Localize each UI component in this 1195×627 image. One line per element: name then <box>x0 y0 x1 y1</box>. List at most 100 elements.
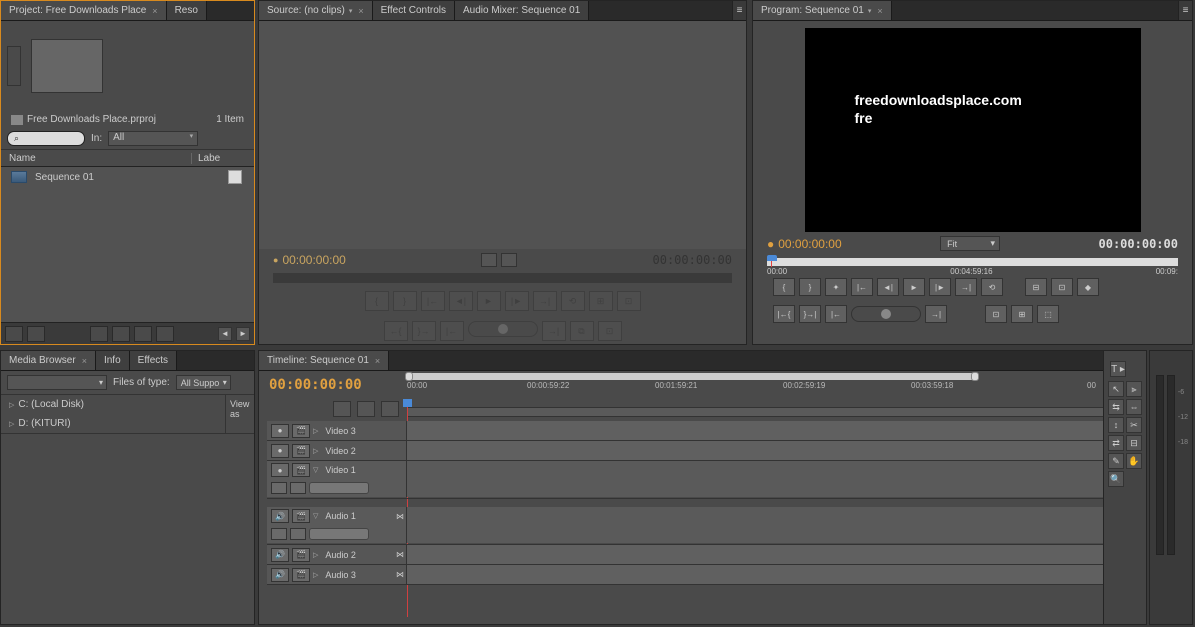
keyframe-btn[interactable] <box>271 482 287 494</box>
mark-in-btn[interactable]: ←{ <box>384 321 408 341</box>
jog-wheel[interactable] <box>468 321 538 337</box>
src-btn[interactable] <box>481 253 497 267</box>
speaker-icon[interactable]: 🔊 <box>271 548 289 562</box>
eye-icon[interactable]: ● <box>271 463 289 477</box>
track-select-tool[interactable]: ⫸ <box>1126 381 1142 397</box>
hand-tool[interactable]: ✋ <box>1126 453 1142 469</box>
pen-tool[interactable]: ✎ <box>1108 453 1124 469</box>
marker-btn[interactable] <box>357 401 375 417</box>
track-content[interactable] <box>407 545 1123 564</box>
timeline-timecode[interactable]: 00:00:00:00 <box>269 377 362 393</box>
track-content[interactable] <box>407 421 1123 440</box>
chevron-down-icon[interactable]: ▾ <box>868 7 872 15</box>
track-header[interactable]: ● 🎬 ▷ Video 3 <box>267 421 407 440</box>
search-input[interactable] <box>7 131 85 146</box>
step-fwd-btn[interactable]: |► <box>929 278 951 296</box>
goto-prev-btn[interactable]: |←{ <box>773 305 795 323</box>
track-header[interactable]: 🔊 🎬 ▷ Audio 3 ⋈ <box>267 565 407 584</box>
in-selector[interactable]: All ▾ <box>108 131 198 146</box>
goto-in-btn[interactable]: |← <box>421 291 445 311</box>
fit-selector[interactable]: Fit <box>940 236 1000 251</box>
tab-effects[interactable]: Effects <box>130 351 177 370</box>
tab-source[interactable]: Source: (no clips) ▾ × <box>259 1 373 20</box>
zoom-handle-right[interactable] <box>971 372 979 381</box>
lock-icon[interactable]: 🎬 <box>292 548 310 562</box>
step-fwd-btn[interactable]: |► <box>505 291 529 311</box>
tab-info[interactable]: Info <box>96 351 130 370</box>
close-icon[interactable]: × <box>375 356 380 366</box>
tab-project[interactable]: Project: Free Downloads Place × <box>1 1 167 20</box>
opacity-slider[interactable] <box>309 482 369 494</box>
track-content[interactable] <box>407 441 1123 460</box>
lock-icon[interactable]: 🎬 <box>292 463 310 477</box>
timeline-ruler[interactable]: 00:00 00:00:59:22 00:01:59:21 00:02:59:1… <box>407 373 1123 421</box>
drive-item[interactable]: ▷ C: (Local Disk) <box>1 395 225 414</box>
expand-icon[interactable]: ▽ <box>313 512 318 520</box>
track-header[interactable]: 🔊 🎬 ▽ Audio 1 ⋈ <box>267 507 407 525</box>
panel-menu-icon[interactable]: ≡ <box>732 1 746 20</box>
track-content[interactable] <box>407 565 1123 584</box>
goto-out-btn[interactable]: →| <box>955 278 977 296</box>
keyframe-btn[interactable] <box>271 528 287 540</box>
tab-media-browser[interactable]: Media Browser × <box>1 351 96 370</box>
play-btn[interactable]: ► <box>903 278 925 296</box>
rate-tool[interactable]: ↕ <box>1108 417 1124 433</box>
track-content[interactable] <box>407 461 1123 479</box>
extract-btn[interactable]: ⊡ <box>1051 278 1073 296</box>
fx-btn[interactable] <box>290 528 306 540</box>
export-frame-btn[interactable]: ⊡ <box>598 321 622 341</box>
track-header[interactable]: ● 🎬 ▷ Video 2 <box>267 441 407 460</box>
lock-icon[interactable]: 🎬 <box>292 424 310 438</box>
slip-tool[interactable]: ⇄ <box>1108 435 1124 451</box>
next-edit-btn[interactable]: →| <box>925 305 947 323</box>
goto-in-btn[interactable]: |← <box>851 278 873 296</box>
playhead-icon[interactable] <box>767 255 777 267</box>
col-name[interactable]: Name <box>1 153 191 164</box>
tab-program[interactable]: Program: Sequence 01 ▾ × <box>753 1 892 20</box>
lock-icon[interactable]: 🎬 <box>292 509 310 523</box>
loop-btn[interactable]: ⟲ <box>561 291 585 311</box>
icon-view-btn[interactable] <box>27 326 45 342</box>
track-content[interactable] <box>407 507 1123 525</box>
speaker-icon[interactable]: 🔊 <box>271 568 289 582</box>
list-view-btn[interactable] <box>5 326 23 342</box>
loop-btn[interactable]: ⟲ <box>981 278 1003 296</box>
track-header[interactable]: 🔊 🎬 ▷ Audio 2 ⋈ <box>267 545 407 564</box>
media-dropdown[interactable] <box>7 375 107 390</box>
insert-btn[interactable]: ⊞ <box>589 291 613 311</box>
ripple-tool[interactable]: ⇆ <box>1108 399 1124 415</box>
ruler-track[interactable] <box>407 407 1123 417</box>
export-frame-btn[interactable]: ⊡ <box>985 305 1007 323</box>
prev-edit-btn[interactable]: |← <box>825 305 847 323</box>
expand-icon[interactable]: ▷ <box>9 420 14 428</box>
slide-tool[interactable]: ⊟ <box>1126 435 1142 451</box>
rolling-tool[interactable]: ⇔ <box>1126 399 1142 415</box>
find-btn[interactable] <box>90 326 108 342</box>
shuttle-btn[interactable]: ⧉ <box>570 321 594 341</box>
expand-icon[interactable]: ▷ <box>9 401 14 409</box>
marker-btn[interactable]: ✦ <box>825 278 847 296</box>
program-ruler[interactable]: 00:00 00:04:59:16 00:09: <box>767 258 1178 272</box>
razor-tool[interactable]: ✂ <box>1126 417 1142 433</box>
play-btn[interactable]: ► <box>477 291 501 311</box>
zoom-handle-left[interactable] <box>405 372 413 381</box>
track-content[interactable] <box>407 525 1123 543</box>
tab-effect-controls[interactable]: Effect Controls <box>373 1 455 20</box>
mark-out-btn[interactable]: }→ <box>412 321 436 341</box>
output-btn[interactable]: ⬚ <box>1037 305 1059 323</box>
eye-icon[interactable]: ● <box>271 424 289 438</box>
close-icon[interactable]: × <box>152 6 157 16</box>
type-tool[interactable]: T ▸ <box>1110 361 1126 377</box>
lock-icon[interactable]: 🎬 <box>292 444 310 458</box>
chevron-down-icon[interactable]: ▾ <box>349 7 353 15</box>
expand-icon[interactable]: ▷ <box>313 551 318 559</box>
expand-icon[interactable]: ▷ <box>313 447 318 455</box>
fx-btn[interactable] <box>290 482 306 494</box>
scroll-left[interactable]: ◄ <box>218 327 232 341</box>
expand-icon[interactable]: ▷ <box>313 571 318 579</box>
drive-item[interactable]: ▷ D: (KITURI) <box>1 414 225 433</box>
volume-slider[interactable] <box>309 528 369 540</box>
src-btn[interactable] <box>501 253 517 267</box>
scroll-right[interactable]: ► <box>236 327 250 341</box>
tab-timeline[interactable]: Timeline: Sequence 01 × <box>259 351 389 370</box>
